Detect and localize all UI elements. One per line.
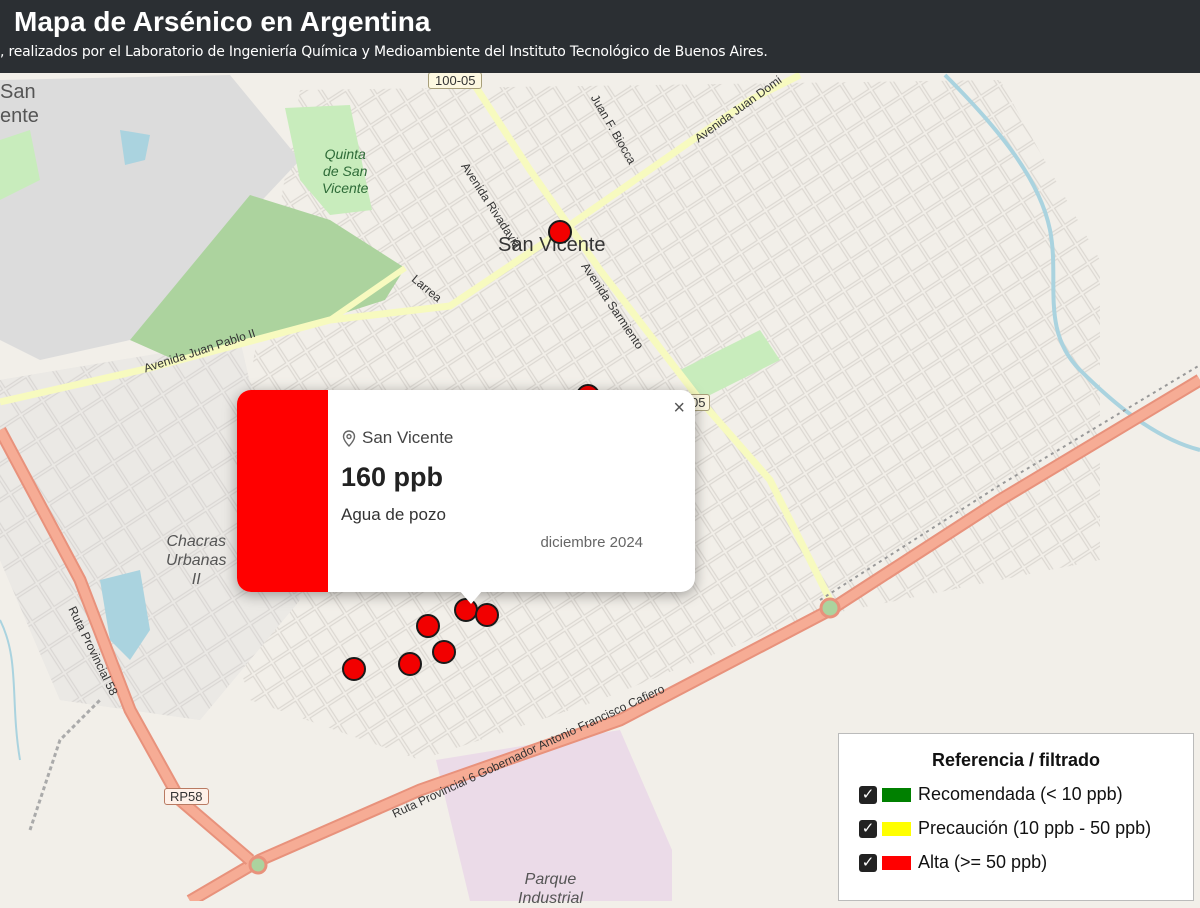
popup-tip (459, 590, 483, 604)
arsenic-marker[interactable] (475, 603, 499, 627)
page-subtitle: , realizados por el Laboratorio de Ingen… (0, 44, 768, 60)
checkbox-recomendada[interactable]: ✓ (859, 785, 877, 804)
popup-location: San Vicente (342, 428, 453, 448)
legend-item-precaucion[interactable]: ✓ Precaución (10 ppb - 50 ppb) (859, 818, 1151, 839)
legend-item-recomendada[interactable]: ✓ Recomendada (< 10 ppb) (859, 784, 1123, 805)
road-shield-100-05: 100-05 (428, 72, 483, 89)
arsenic-marker[interactable] (548, 220, 572, 244)
legend-label-recomendada: Recomendada (< 10 ppb) (918, 784, 1123, 804)
legend-title: Referencia / filtrado (931, 750, 1101, 770)
marker-popup: × San Vicente 160 ppb Agua de pozo dicie… (237, 390, 695, 604)
popup-location-name: San Vicente (362, 428, 454, 447)
road-shield-rp58: RP58 (164, 788, 209, 805)
arsenic-marker[interactable] (398, 652, 422, 676)
legend-label-precaucion: Precaución (10 ppb - 50 ppb) (918, 818, 1152, 838)
page-header: Mapa de Arsénico en Argentina , realizad… (0, 0, 1200, 73)
popup-water-source: Agua de pozo (341, 505, 446, 524)
map-label-quinta: Quinta de San Vicente (322, 146, 369, 196)
checkbox-alta[interactable]: ✓ (859, 853, 877, 872)
map-label-chacras: Chacras Urbanas II (166, 533, 227, 588)
close-icon[interactable]: × (673, 396, 685, 420)
legend-panel: Referencia / filtrado ✓ Recomendada (< 1… (838, 733, 1194, 901)
popup-date: diciembre 2024 (540, 534, 643, 551)
arsenic-marker[interactable] (416, 614, 440, 638)
swatch-precaucion (882, 821, 911, 836)
swatch-alta (882, 855, 911, 870)
checkbox-precaucion[interactable]: ✓ (859, 819, 877, 838)
page-title: Mapa de Arsénico en Argentina (14, 6, 431, 37)
arsenic-marker[interactable] (342, 657, 366, 681)
arsenic-marker[interactable] (432, 640, 456, 664)
popup-level-band (237, 390, 328, 592)
legend-label-alta: Alta (>= 50 ppb) (918, 852, 1048, 872)
location-pin-icon (342, 429, 356, 447)
legend-item-alta[interactable]: ✓ Alta (>= 50 ppb) (859, 852, 1047, 873)
map-label-corner-city: San ente (0, 81, 39, 127)
popup-arsenic-value: 160 ppb (341, 462, 444, 492)
swatch-recomendada (882, 787, 911, 802)
map-label-parque: Parque Industrial (518, 871, 583, 907)
